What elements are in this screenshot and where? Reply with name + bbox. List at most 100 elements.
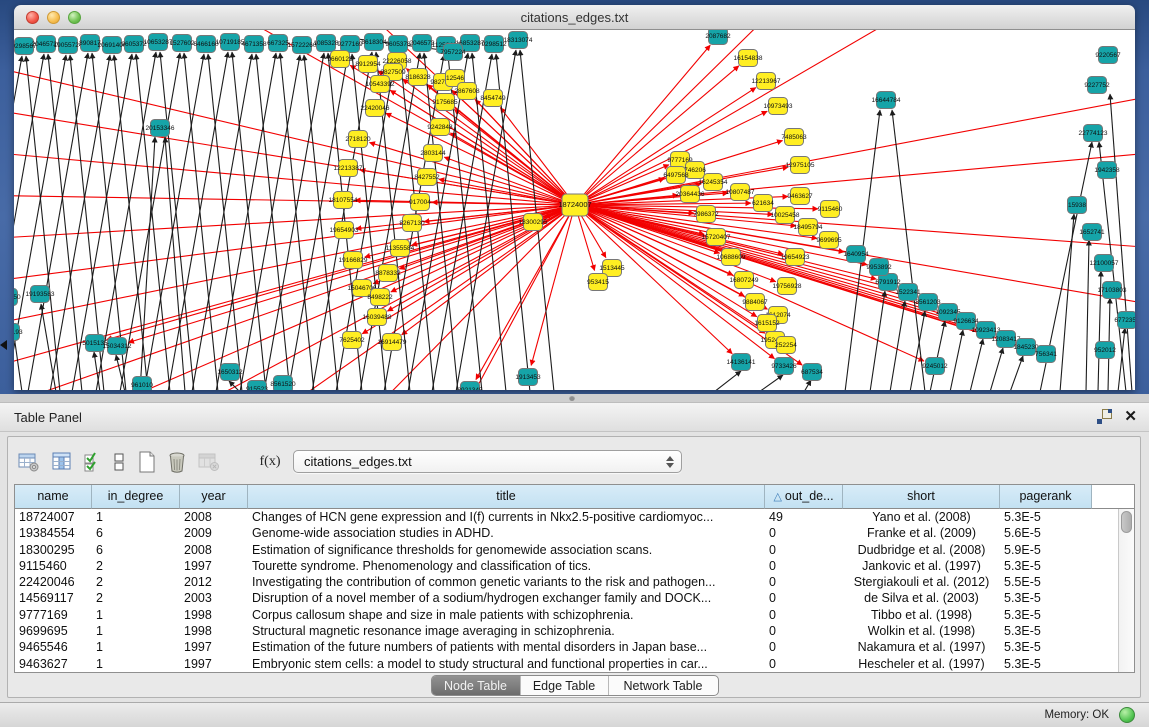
panel-divider-handle[interactable] (569, 395, 575, 401)
graph-node-teal[interactable]: 9227752 (1084, 77, 1110, 94)
cell-in_degree[interactable]: 2 (92, 590, 180, 606)
black-edge[interactable] (28, 53, 88, 390)
column-header-year[interactable]: year (180, 485, 248, 509)
cell-out_de[interactable]: 49 (765, 509, 843, 525)
graph-node-yellow[interactable]: 9115460 (818, 201, 843, 218)
graph-node-yellow[interactable]: 8878332 (375, 265, 401, 282)
table-row[interactable]: 1938455462009Genome-wide association stu… (15, 525, 1118, 541)
graph-node-teal[interactable]: 8561520 (270, 376, 296, 391)
float-panel-button[interactable] (1097, 409, 1112, 424)
cell-year[interactable]: 2012 (180, 574, 248, 590)
network-canvas[interactable]: 9298567204657261905572489081720691406960… (14, 30, 1135, 390)
graph-node-yellow[interactable]: 2718120 (345, 131, 371, 148)
cell-short[interactable]: Yano et al. (2008) (843, 509, 1000, 525)
cell-year[interactable]: 1997 (180, 639, 248, 655)
graph-node-teal[interactable]: 9605378 (385, 36, 411, 53)
graph-node-teal[interactable]: 9245012 (922, 358, 948, 375)
column-header-name[interactable]: name (15, 485, 92, 509)
cell-title[interactable]: Investigating the contribution of common… (248, 574, 765, 590)
graph-node-teal[interactable]: 1942358 (1094, 162, 1120, 179)
cell-short[interactable]: Wolkin et al. (1998) (843, 623, 1000, 639)
graph-node-yellow[interactable]: 16154838 (734, 50, 763, 67)
graph-node-teal[interactable]: 22774123 (1079, 125, 1108, 142)
black-edge[interactable] (804, 380, 811, 390)
column-header-title[interactable]: title (248, 485, 765, 509)
graph-node-teal[interactable]: 16644784 (872, 92, 901, 109)
cell-out_de[interactable]: 0 (765, 542, 843, 558)
cell-pagerank[interactable]: 5.5E-5 (1000, 574, 1092, 590)
cell-name[interactable]: 9115460 (15, 558, 92, 574)
cell-pagerank[interactable]: 5.3E-5 (1000, 656, 1092, 672)
cell-name[interactable]: 19384554 (15, 525, 92, 541)
cell-name[interactable]: 9699695 (15, 623, 92, 639)
black-edge[interactable] (1118, 328, 1125, 390)
cell-pagerank[interactable]: 5.3E-5 (1000, 558, 1092, 574)
cell-pagerank[interactable]: 5.3E-5 (1000, 639, 1092, 655)
graph-node-teal[interactable]: 8561203 (915, 294, 941, 311)
graph-node-teal[interactable]: 12100057 (1090, 255, 1119, 272)
cell-in_degree[interactable]: 1 (92, 656, 180, 672)
graph-node-teal[interactable]: 1085328 (313, 35, 339, 52)
table-vertical-scrollbar[interactable] (1118, 509, 1134, 672)
cell-title[interactable]: Tourette syndrome. Phenomenology and cla… (248, 558, 765, 574)
graph-node-yellow[interactable]: 252254 (775, 337, 797, 354)
graph-node-yellow[interactable]: 9884067 (742, 294, 768, 311)
graph-node-yellow[interactable]: 2803144 (420, 145, 446, 162)
graph-node-yellow[interactable]: 6497568 (663, 167, 689, 184)
table-row[interactable]: 946362711997Embryonic stem cells: a mode… (15, 656, 1118, 672)
split-view-button[interactable] (106, 452, 132, 472)
graph-node-teal[interactable]: 18313074 (504, 32, 533, 49)
graph-node-teal[interactable]: 1913453 (515, 369, 541, 386)
graph-node-teal[interactable]: 8618304 (361, 34, 387, 51)
table-row[interactable]: 1830029562008Estimation of significance … (15, 542, 1118, 558)
cell-title[interactable]: Estimation of the future numbers of pati… (248, 639, 765, 655)
graph-node-yellow[interactable]: 917004 (409, 194, 431, 211)
tab-node-table[interactable]: Node Table (432, 676, 520, 695)
black-edge[interactable] (910, 311, 925, 390)
cell-title[interactable]: Corpus callosum shape and size in male p… (248, 607, 765, 623)
cell-year[interactable]: 2003 (180, 590, 248, 606)
graph-node-teal[interactable]: 6791912 (875, 274, 901, 291)
graph-node-teal[interactable]: 9277169 (337, 36, 363, 53)
cell-pagerank[interactable]: 5.3E-5 (1000, 607, 1092, 623)
graph-node-yellow[interactable]: 12213967 (752, 73, 781, 90)
cell-in_degree[interactable]: 6 (92, 525, 180, 541)
black-edge[interactable] (41, 304, 56, 390)
graph-node-yellow[interactable]: 7625402 (339, 332, 365, 349)
cell-out_de[interactable]: 0 (765, 558, 843, 574)
close-panel-button[interactable]: ✕ (1124, 409, 1137, 424)
column-header-in_degree[interactable]: in_degree (92, 485, 180, 509)
cell-pagerank[interactable]: 5.3E-5 (1000, 509, 1092, 525)
cell-title[interactable]: Disruption of a novel member of a sodium… (248, 590, 765, 606)
cell-short[interactable]: Franke et al. (2009) (843, 525, 1000, 541)
black-edge[interactable] (1010, 356, 1023, 390)
cell-out_de[interactable]: 0 (765, 623, 843, 639)
cell-title[interactable]: Embryonic stem cells: a model to study s… (248, 656, 765, 672)
cell-short[interactable]: Nakamura et al. (1997) (843, 639, 1000, 655)
cell-title[interactable]: Structural magnetic resonance image aver… (248, 623, 765, 639)
cell-in_degree[interactable]: 1 (92, 639, 180, 655)
graph-node-yellow[interactable]: 9175685 (432, 94, 458, 111)
cell-in_degree[interactable]: 2 (92, 558, 180, 574)
graph-node-yellow[interactable]: 9699695 (816, 232, 842, 249)
table-row[interactable]: 977716911998Corpus callosum shape and si… (15, 607, 1118, 623)
cell-title[interactable]: Estimation of significance thresholds fo… (248, 542, 765, 558)
delete-column-button[interactable] (162, 451, 192, 473)
graph-node-teal[interactable]: 1527602 (169, 35, 195, 52)
graph-node-teal[interactable]: 1650312 (217, 364, 243, 381)
cell-in_degree[interactable]: 2 (92, 574, 180, 590)
cell-short[interactable]: de Silva et al. (2003) (843, 590, 1000, 606)
cell-short[interactable]: Jankovic et al. (1997) (843, 558, 1000, 574)
graph-node-teal[interactable]: 1919193 (14, 324, 23, 341)
graph-node-yellow[interactable]: 18724007 (558, 194, 591, 216)
black-edge[interactable] (950, 330, 963, 390)
graph-node-teal[interactable]: 15938 (1068, 197, 1087, 214)
column-header-out_de[interactable]: △out_de... (765, 485, 843, 509)
graph-node-teal[interactable]: 667325 (267, 35, 289, 52)
table-settings-button[interactable] (12, 452, 46, 472)
graph-node-yellow[interactable]: 8912954 (355, 56, 381, 73)
cell-year[interactable]: 2009 (180, 525, 248, 541)
cell-short[interactable]: Dudbridge et al. (2008) (843, 542, 1000, 558)
graph-node-teal[interactable]: 961010 (131, 377, 153, 391)
table-selector[interactable]: citations_edges.txt (293, 450, 682, 473)
